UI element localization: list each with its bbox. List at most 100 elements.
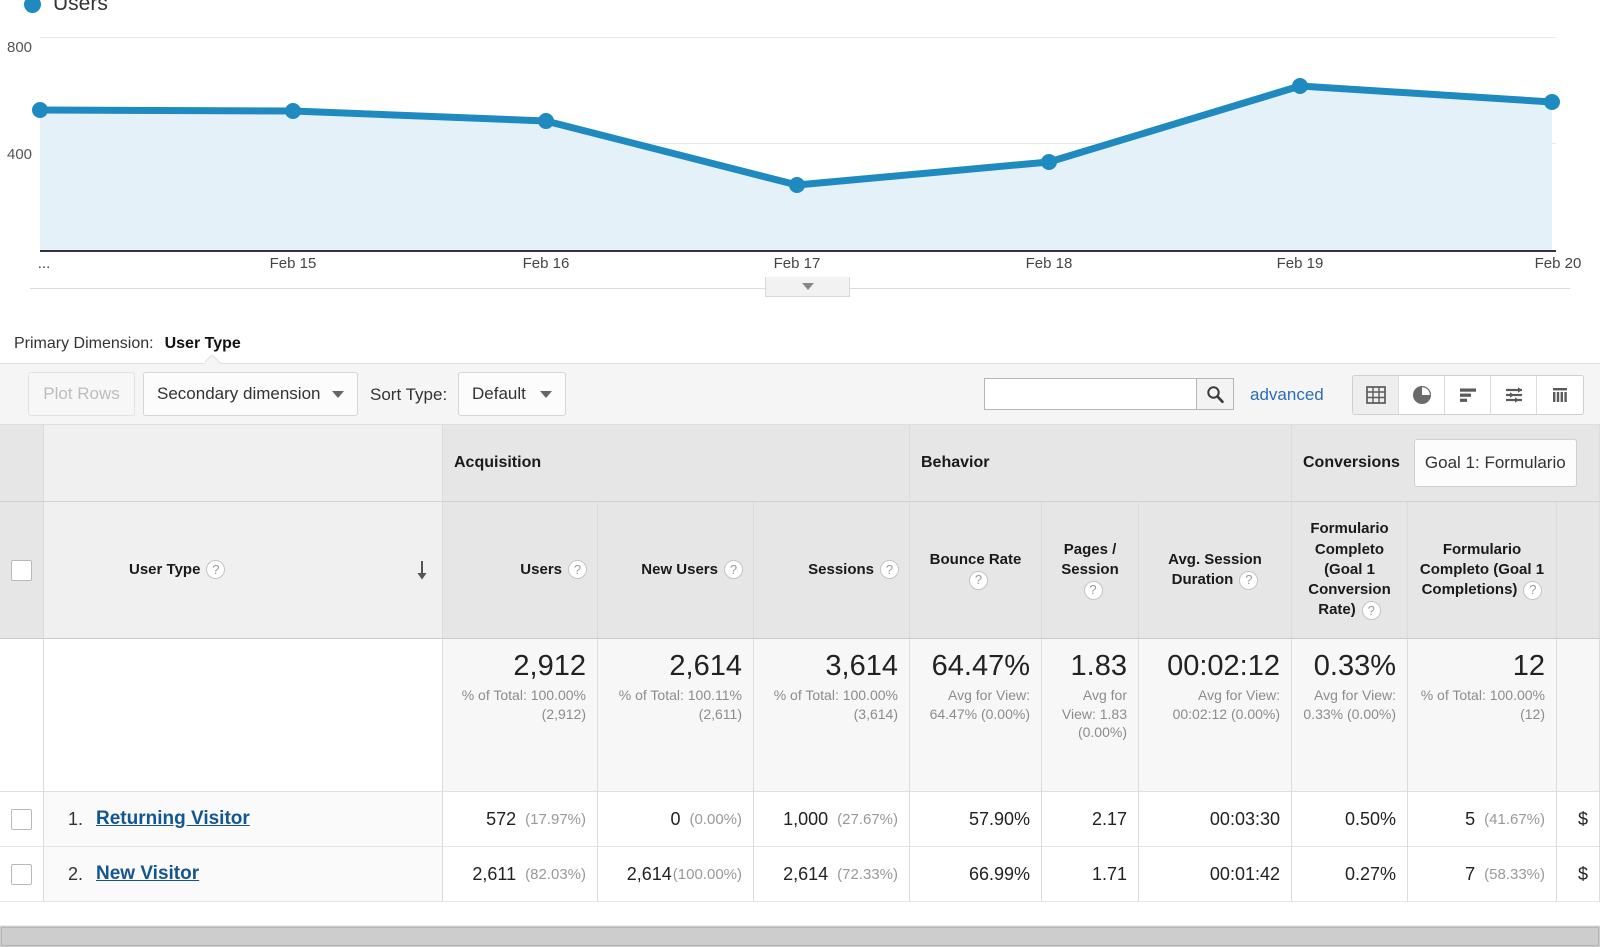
- help-icon[interactable]: ?: [1239, 570, 1259, 590]
- data-point[interactable]: [1041, 154, 1057, 170]
- help-icon[interactable]: ?: [568, 560, 587, 580]
- row-goal-completions-pct: (58.33%): [1484, 865, 1545, 883]
- help-icon[interactable]: ?: [1523, 580, 1543, 600]
- help-icon[interactable]: ?: [724, 560, 743, 580]
- column-header-bounce-rate[interactable]: Bounce Rate?: [910, 502, 1042, 639]
- search-button[interactable]: [1196, 378, 1234, 410]
- summary-bounce-rate-sub: Avg for View: 64.47% (0.00%): [929, 687, 1030, 722]
- data-point[interactable]: [789, 177, 805, 193]
- row-goal-completions-value: 7: [1465, 863, 1476, 884]
- horizontal-scrollbar-thumb[interactable]: [1, 927, 1599, 946]
- table-column-header-row: User Type? Users? New Users? Sessions? B…: [0, 502, 1600, 639]
- data-point[interactable]: [285, 103, 301, 119]
- row-sessions-value: 1,000: [783, 808, 829, 829]
- toolbar-notch-icon: [205, 355, 223, 364]
- select-all-checkbox[interactable]: [11, 559, 32, 581]
- bar-chart-view-icon[interactable]: [1445, 376, 1491, 414]
- group-header-spacer: [0, 425, 44, 502]
- data-point[interactable]: [32, 102, 48, 118]
- data-point[interactable]: [1292, 78, 1308, 94]
- summary-goal-conversion-rate: 0.33% Avg for View: 0.33% (0.00%): [1292, 639, 1408, 792]
- sort-descending-icon[interactable]: [415, 560, 429, 580]
- plot-rows-button[interactable]: Plot Rows: [28, 372, 135, 416]
- row-dimension-link[interactable]: Returning Visitor: [96, 808, 250, 830]
- row-goal-completions-cell: 5 (41.67%): [1408, 792, 1557, 847]
- conversions-label: Conversions: [1303, 454, 1400, 471]
- row-checkbox[interactable]: [11, 863, 32, 885]
- column-header-goal-conversion-rate[interactable]: Formulario Completo (Goal 1 Conversion R…: [1292, 502, 1408, 639]
- summary-dimension-cell: [44, 639, 443, 792]
- column-header-new-users[interactable]: New Users?: [598, 502, 754, 639]
- summary-new-users-value: 2,614: [669, 650, 742, 682]
- row-dimension-link[interactable]: New Visitor: [96, 863, 199, 885]
- row-checkbox-cell[interactable]: [0, 792, 44, 847]
- chart-expander-button[interactable]: [765, 277, 850, 297]
- row-checkbox-cell[interactable]: [0, 847, 44, 902]
- x-tick-5: Feb 19: [1276, 255, 1324, 272]
- goal-selector-value: Goal 1: Formulario: [1424, 453, 1566, 472]
- x-axis-line: [40, 250, 1556, 252]
- summary-avg-session-duration-sub: Avg for View: 00:02:12 (0.00%): [1172, 687, 1280, 722]
- group-header-conversions: Conversions Goal 1: Formulario: [1292, 425, 1600, 502]
- horizontal-scrollbar[interactable]: [0, 925, 1600, 947]
- primary-dimension-label: Primary Dimension:: [14, 335, 154, 352]
- summary-users-sub: % of Total: 100.00% (2,912): [461, 687, 586, 722]
- row-new-users-value: 0: [670, 808, 681, 829]
- y-axis-tick-800: 800: [7, 39, 33, 56]
- column-header-bounce-rate-label: Bounce Rate: [929, 550, 1022, 568]
- chevron-down-icon: [540, 390, 552, 398]
- summary-users-value: 2,912: [513, 650, 586, 682]
- summary-goal-completions: 12 % of Total: 100.00% (12): [1408, 639, 1557, 792]
- pivot-view-icon[interactable]: [1537, 376, 1583, 414]
- help-icon[interactable]: ?: [880, 560, 899, 580]
- advanced-link[interactable]: advanced: [1250, 385, 1324, 405]
- help-icon[interactable]: ?: [969, 570, 988, 590]
- table-row[interactable]: 2. New Visitor 2,611 (82.03%) 2,614 (100…: [0, 847, 1600, 902]
- row-avg-session-duration-cell: 00:03:30: [1139, 792, 1292, 847]
- primary-dimension-value[interactable]: User Type: [165, 335, 241, 353]
- pie-chart-view-icon[interactable]: [1399, 376, 1445, 414]
- chart-plot-area: [32, 30, 1560, 250]
- secondary-dimension-dropdown[interactable]: Secondary dimension: [143, 372, 358, 416]
- x-tick-3: Feb 17: [773, 255, 821, 272]
- summary-goal-completions-value: 12: [1512, 650, 1545, 682]
- users-area-series: [32, 78, 1560, 250]
- help-icon[interactable]: ?: [206, 560, 226, 580]
- column-header-goal-completions[interactable]: Formulario Completo (Goal 1 Completions)…: [1408, 502, 1557, 639]
- column-header-user-type[interactable]: User Type?: [44, 502, 443, 639]
- column-header-users[interactable]: Users?: [443, 502, 598, 639]
- summary-sessions-sub: % of Total: 100.00% (3,614): [773, 687, 898, 722]
- plot-rows-label: Plot Rows: [43, 384, 120, 403]
- column-header-sessions[interactable]: Sessions?: [754, 502, 910, 639]
- table-view-icon[interactable]: [1353, 376, 1399, 414]
- row-sessions-value: 2,614: [783, 863, 829, 884]
- select-all-checkbox-cell[interactable]: [0, 502, 44, 639]
- chart-legend-label: Users: [53, 0, 108, 15]
- table-row[interactable]: 1. Returning Visitor 572 (17.97%) 0 (0.0…: [0, 792, 1600, 847]
- row-sessions-pct: (72.33%): [837, 865, 898, 883]
- help-icon[interactable]: ?: [1361, 600, 1381, 620]
- column-header-goal-value-truncated[interactable]: [1557, 502, 1600, 639]
- summary-avg-session-duration-value: 00:02:12: [1167, 650, 1280, 682]
- column-header-avg-session-duration[interactable]: Avg. Session Duration?: [1139, 502, 1292, 639]
- summary-pages-session-sub: Avg for View: 1.83 (0.00%): [1061, 687, 1127, 740]
- goal-selector-dropdown[interactable]: Goal 1: Formulario: [1413, 439, 1577, 487]
- table-group-header-row: Acquisition Behavior Conversions Goal 1:…: [0, 425, 1600, 502]
- row-checkbox[interactable]: [11, 808, 32, 830]
- data-point[interactable]: [538, 113, 554, 129]
- row-pages-session-cell: 1.71: [1042, 847, 1139, 902]
- comparison-view-icon[interactable]: [1491, 376, 1537, 414]
- summary-goal-conversion-rate-value: 0.33%: [1313, 650, 1396, 682]
- sort-type-dropdown[interactable]: Default: [458, 372, 566, 416]
- search-input[interactable]: [984, 378, 1196, 410]
- x-tick-0: ...: [37, 255, 51, 272]
- summary-new-users-sub: % of Total: 100.11% (2,611): [618, 687, 742, 722]
- chart-legend: Users: [24, 0, 108, 16]
- row-users-value: 2,611: [472, 863, 517, 884]
- summary-goal-conversion-rate-sub: Avg for View: 0.33% (0.00%): [1303, 687, 1396, 722]
- column-header-pages-session[interactable]: Pages / Session?: [1042, 502, 1139, 639]
- search-icon: [1207, 386, 1224, 404]
- row-users-pct: (82.03%): [525, 865, 586, 883]
- help-icon[interactable]: ?: [1083, 580, 1103, 600]
- data-point[interactable]: [1544, 94, 1560, 110]
